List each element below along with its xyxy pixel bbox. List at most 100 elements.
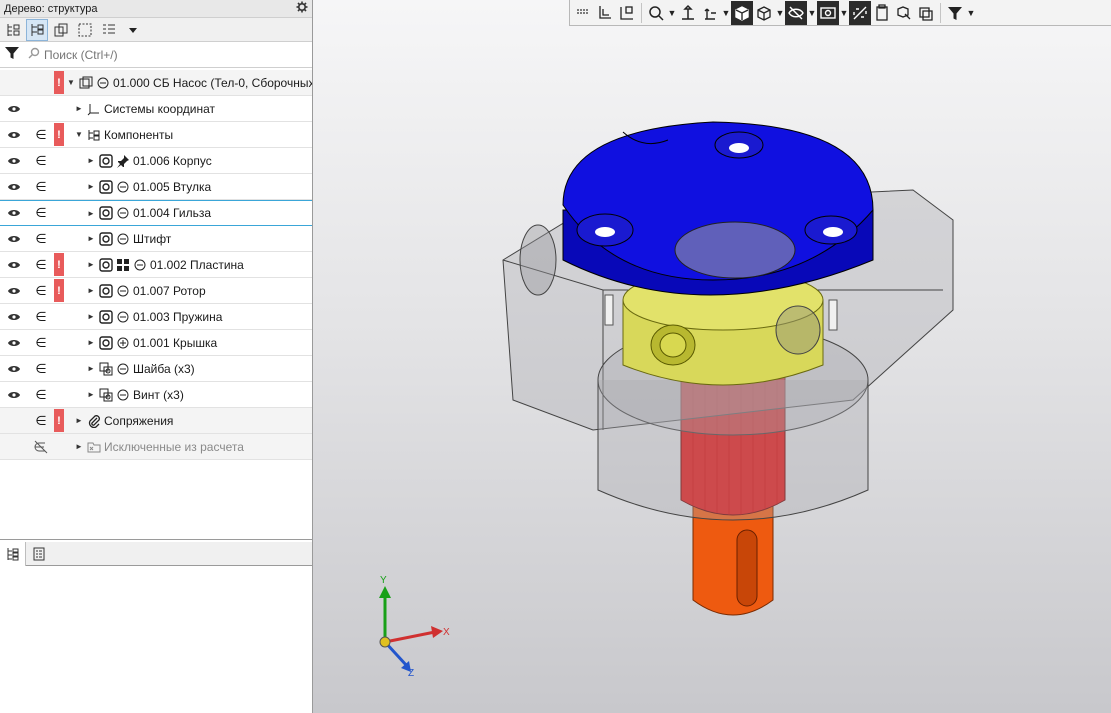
eye-icon[interactable] — [4, 382, 24, 407]
components-view-icon[interactable] — [50, 19, 72, 41]
included-in-calc-icon[interactable]: ∈ — [30, 356, 52, 381]
shaded-view-icon[interactable] — [731, 0, 753, 25]
eye-icon[interactable] — [4, 96, 24, 121]
list-settings-icon[interactable] — [98, 19, 120, 41]
section-icon[interactable] — [849, 0, 871, 25]
tree-row-excluded[interactable]: ► Исключенные из расчета — [0, 434, 312, 460]
wireframe-view-icon[interactable] — [753, 1, 775, 25]
eye-icon[interactable] — [4, 330, 24, 355]
excluded-from-calc-icon[interactable] — [30, 434, 52, 459]
included-in-calc-icon[interactable]: ∈ — [30, 278, 52, 303]
included-in-calc-icon[interactable]: ∈ — [30, 122, 52, 147]
tree-node-label: Компоненты — [104, 127, 174, 142]
expand-caret[interactable]: ► — [86, 312, 96, 321]
search-input[interactable] — [44, 47, 284, 62]
expand-caret[interactable]: ► — [86, 182, 96, 191]
tree-row-part[interactable]: ∈ ! ► 01.002 Пластина — [0, 252, 312, 278]
eye-icon[interactable] — [4, 252, 24, 277]
eye-icon[interactable] — [4, 278, 24, 303]
chevron-down-icon[interactable]: ▼ — [966, 8, 976, 18]
gear-icon[interactable] — [296, 1, 308, 16]
tree-row-mates[interactable]: ∈ ! ► Сопряжения — [0, 408, 312, 434]
tree-row-part[interactable]: ∈ ► 01.006 Корпус — [0, 148, 312, 174]
included-in-calc-icon[interactable]: ∈ — [30, 201, 52, 225]
tree-row-part[interactable]: ∈ ► 01.004 Гильза — [0, 200, 312, 226]
tree-row-standard-part[interactable]: ∈ ► Шайба (x3) — [0, 356, 312, 382]
chevron-down-icon[interactable] — [122, 19, 144, 41]
tree-row-root[interactable]: ! ▼ 01.000 СБ Насос (Тел-0, Сборочных ед… — [0, 70, 312, 96]
tree-row-part[interactable]: ∈ ► 01.003 Пружина — [0, 304, 312, 330]
expand-caret[interactable]: ▼ — [74, 130, 84, 139]
included-in-calc-icon[interactable]: ∈ — [30, 330, 52, 355]
pump-assembly-3d-model[interactable] — [493, 110, 973, 640]
tree-row-coordinate-systems[interactable]: ► Системы координат — [0, 96, 312, 122]
select-frame-icon[interactable] — [74, 19, 96, 41]
pin-icon — [116, 154, 130, 168]
chevron-down-icon[interactable]: ▼ — [721, 8, 731, 18]
coordinate-system-icon — [87, 102, 101, 116]
tree-structure-icon[interactable] — [2, 19, 24, 41]
expand-caret[interactable]: ► — [74, 104, 84, 113]
chevron-down-icon[interactable]: ▼ — [667, 8, 677, 18]
filter-icon[interactable] — [4, 45, 20, 64]
zoom-icon[interactable] — [645, 1, 667, 25]
pinned-view-icon[interactable] — [616, 1, 638, 25]
expand-caret[interactable]: ► — [86, 390, 96, 399]
expand-caret[interactable]: ► — [86, 234, 96, 243]
filter-icon[interactable] — [944, 1, 966, 25]
eye-icon[interactable] — [4, 304, 24, 329]
cover-part[interactable] — [562, 121, 874, 296]
tree-row-part[interactable]: ∈ ! ► 01.007 Ротор — [0, 278, 312, 304]
eye-icon[interactable] — [4, 356, 24, 381]
model-tree-panel: Дерево: структура ! ▼ 01.000 СБ Насос (Т… — [0, 0, 313, 713]
expand-caret[interactable]: ▼ — [66, 78, 76, 87]
eye-icon[interactable] — [4, 174, 24, 199]
expand-caret[interactable]: ► — [86, 156, 96, 165]
eye-icon[interactable] — [4, 226, 24, 251]
tree-row-part[interactable]: ∈ ► 01.001 Крышка — [0, 330, 312, 356]
tree-row-components[interactable]: ∈ ! ▼ Компоненты — [0, 122, 312, 148]
tree-row-part[interactable]: ∈ ► Штифт — [0, 226, 312, 252]
grip-icon[interactable] — [572, 1, 594, 25]
clipboard-icon[interactable] — [871, 1, 893, 25]
expand-caret[interactable]: ► — [74, 442, 84, 451]
tab-tree-icon[interactable] — [0, 541, 26, 566]
included-in-calc-icon[interactable]: ∈ — [30, 304, 52, 329]
expand-caret[interactable]: ► — [86, 286, 96, 295]
search-box[interactable] — [28, 45, 312, 65]
expand-caret[interactable]: ► — [74, 416, 84, 425]
error-flag: ! — [54, 253, 64, 276]
hide-icon[interactable] — [785, 0, 807, 25]
tab-properties-icon[interactable] — [26, 542, 52, 566]
eye-icon[interactable] — [4, 201, 24, 225]
included-in-calc-icon[interactable]: ∈ — [30, 174, 52, 199]
rotate-axis-icon[interactable] — [699, 1, 721, 25]
tree-hierarchy-icon[interactable] — [26, 18, 48, 41]
included-in-calc-icon[interactable]: ∈ — [30, 252, 52, 277]
tree-node-label: Системы координат — [104, 101, 215, 116]
tree-row-standard-part[interactable]: ∈ ► Винт (x3) — [0, 382, 312, 408]
included-in-calc-icon[interactable]: ∈ — [30, 408, 52, 433]
expand-caret[interactable]: ► — [86, 209, 96, 218]
visibility-icon[interactable] — [817, 0, 839, 25]
chevron-down-icon[interactable]: ▼ — [839, 8, 849, 18]
eye-icon[interactable] — [4, 148, 24, 173]
tree-node: ► 01.005 Втулка — [86, 174, 211, 199]
chevron-down-icon[interactable]: ▼ — [775, 8, 785, 18]
local-cs-icon[interactable] — [594, 1, 616, 25]
tree-row-part[interactable]: ∈ ► 01.005 Втулка — [0, 174, 312, 200]
error-flag: ! — [54, 279, 64, 302]
expand-caret[interactable]: ► — [86, 364, 96, 373]
expand-caret[interactable]: ► — [86, 260, 96, 269]
included-in-calc-icon[interactable]: ∈ — [30, 148, 52, 173]
3d-viewport[interactable]: ▼ ▼ ▼ ▼ ▼ ▼ Y X Z — [313, 0, 1111, 713]
show-components-icon[interactable] — [893, 1, 915, 25]
layers-icon[interactable] — [915, 1, 937, 25]
included-in-calc-icon[interactable]: ∈ — [30, 382, 52, 407]
included-in-calc-icon[interactable]: ∈ — [30, 226, 52, 251]
chevron-down-icon[interactable]: ▼ — [807, 8, 817, 18]
pan-icon[interactable] — [677, 1, 699, 25]
eye-icon[interactable] — [4, 122, 24, 147]
tree-node-label: 01.002 Пластина — [150, 257, 244, 272]
expand-caret[interactable]: ► — [86, 338, 96, 347]
